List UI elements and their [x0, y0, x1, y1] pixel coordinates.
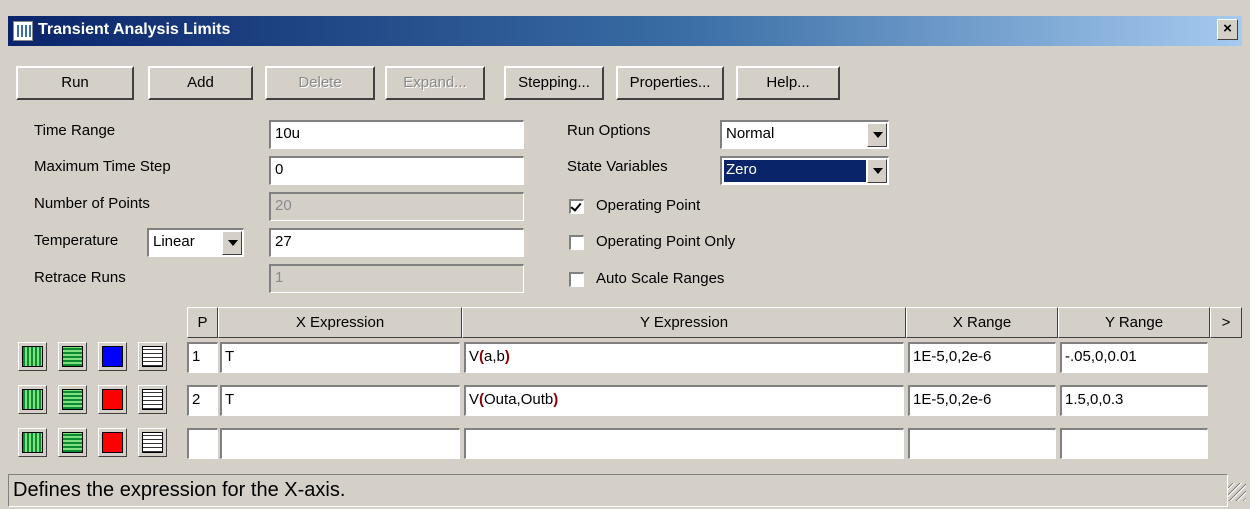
num-points-label: Number of Points [34, 195, 150, 212]
horizontal-lines-icon [62, 432, 83, 453]
col-header-x-expression[interactable]: X Expression [218, 307, 462, 338]
y-expression-cell[interactable]: V(Outa,Outb) [464, 385, 904, 416]
max-time-step-input[interactable]: 0 [269, 156, 524, 185]
vertical-lines-icon [22, 432, 43, 453]
num-points-input[interactable]: 20 [269, 192, 524, 221]
numeric-output-button[interactable] [138, 428, 167, 457]
window-title: Transient Analysis Limits [38, 21, 231, 38]
col-header-y-expression[interactable]: Y Expression [462, 307, 906, 338]
vertical-grid-button[interactable] [18, 428, 47, 457]
col-header-y-range[interactable]: Y Range [1058, 307, 1210, 338]
y-expression-cell[interactable] [464, 428, 904, 459]
resize-grip-icon[interactable] [1228, 483, 1246, 501]
title-bar: Transient Analysis Limits [8, 16, 1242, 46]
numeric-output-button[interactable] [138, 342, 167, 371]
y-range-cell[interactable]: -.05,0,0.01 [1060, 342, 1208, 373]
y-expression-cell[interactable]: V(a,b) [464, 342, 904, 373]
operating-point-label[interactable]: Operating Point [596, 197, 700, 214]
delete-button[interactable]: Delete [265, 66, 375, 100]
vertical-grid-button[interactable] [18, 342, 47, 371]
vertical-lines-icon [22, 389, 43, 410]
col-header-x-range[interactable]: X Range [906, 307, 1058, 338]
temperature-mode-select[interactable]: Linear [147, 228, 244, 257]
table-icon [142, 432, 163, 453]
temperature-input[interactable]: 27 [269, 228, 524, 257]
state-variables-select[interactable]: Zero [720, 156, 889, 185]
temperature-label: Temperature [34, 232, 119, 249]
x-range-cell[interactable]: 1E-5,0,2e-6 [908, 385, 1056, 416]
x-range-cell[interactable] [908, 428, 1056, 459]
table-icon [142, 389, 163, 410]
x-expression-cell[interactable] [220, 428, 460, 459]
run-button[interactable]: Run [16, 66, 134, 100]
chevron-down-icon[interactable] [867, 159, 887, 183]
row-p-cell[interactable]: 1 [187, 342, 218, 373]
run-options-value: Normal [726, 125, 775, 142]
status-bar: Defines the expression for the X-axis. [8, 474, 1228, 507]
x-expression-cell[interactable]: T [220, 385, 460, 416]
horizontal-lines-icon [62, 346, 83, 367]
horizontal-grid-button[interactable] [58, 428, 87, 457]
chevron-down-icon[interactable] [222, 231, 242, 255]
horizontal-lines-icon [62, 389, 83, 410]
y-range-cell[interactable]: 1.5,0,0.3 [1060, 385, 1208, 416]
curve-color-button[interactable] [98, 385, 127, 414]
operating-point-checkbox[interactable] [569, 199, 584, 214]
color-swatch-icon [102, 432, 123, 453]
close-icon: × [1223, 20, 1232, 37]
curve-color-button[interactable] [98, 428, 127, 457]
y-range-cell[interactable] [1060, 428, 1208, 459]
chevron-down-icon[interactable] [867, 123, 887, 147]
row-p-cell[interactable]: 2 [187, 385, 218, 416]
curve-color-button[interactable] [98, 342, 127, 371]
state-variables-value: Zero [724, 160, 866, 182]
app-icon [13, 21, 33, 41]
time-range-label: Time Range [34, 122, 116, 139]
y-expression-args: Outa,Outb [484, 391, 554, 408]
stepping-button[interactable]: Stepping... [504, 66, 604, 100]
table-icon [142, 346, 163, 367]
scroll-right-button[interactable]: > [1210, 307, 1242, 338]
vertical-grid-button[interactable] [18, 385, 47, 414]
horizontal-grid-button[interactable] [58, 342, 87, 371]
x-expression-cell[interactable]: T [220, 342, 460, 373]
row-p-cell[interactable] [187, 428, 218, 459]
auto-scale-ranges-label[interactable]: Auto Scale Ranges [596, 270, 724, 287]
color-swatch-icon [102, 346, 123, 367]
run-options-select[interactable]: Normal [720, 120, 889, 149]
x-range-cell[interactable]: 1E-5,0,2e-6 [908, 342, 1056, 373]
state-variables-label: State Variables [567, 158, 668, 175]
col-header-p[interactable]: P [187, 307, 218, 338]
operating-point-only-label[interactable]: Operating Point Only [596, 233, 735, 250]
y-expression-function: V [469, 348, 480, 365]
retrace-runs-input[interactable]: 1 [269, 264, 524, 293]
horizontal-grid-button[interactable] [58, 385, 87, 414]
operating-point-only-checkbox[interactable] [569, 235, 584, 250]
color-swatch-icon [102, 389, 123, 410]
y-expression-args: a,b [484, 348, 505, 365]
temperature-mode-value: Linear [153, 233, 195, 250]
time-range-input[interactable]: 10u [269, 120, 524, 149]
add-button[interactable]: Add [148, 66, 253, 100]
retrace-runs-label: Retrace Runs [34, 269, 126, 286]
auto-scale-ranges-checkbox[interactable] [569, 272, 584, 287]
y-expression-function: V [469, 391, 480, 408]
help-button[interactable]: Help... [736, 66, 840, 100]
properties-button[interactable]: Properties... [616, 66, 724, 100]
run-options-label: Run Options [567, 122, 651, 139]
vertical-lines-icon [22, 346, 43, 367]
max-time-step-label: Maximum Time Step [34, 158, 171, 175]
expand-button[interactable]: Expand... [385, 66, 485, 100]
numeric-output-button[interactable] [138, 385, 167, 414]
close-button[interactable]: × [1217, 19, 1238, 40]
